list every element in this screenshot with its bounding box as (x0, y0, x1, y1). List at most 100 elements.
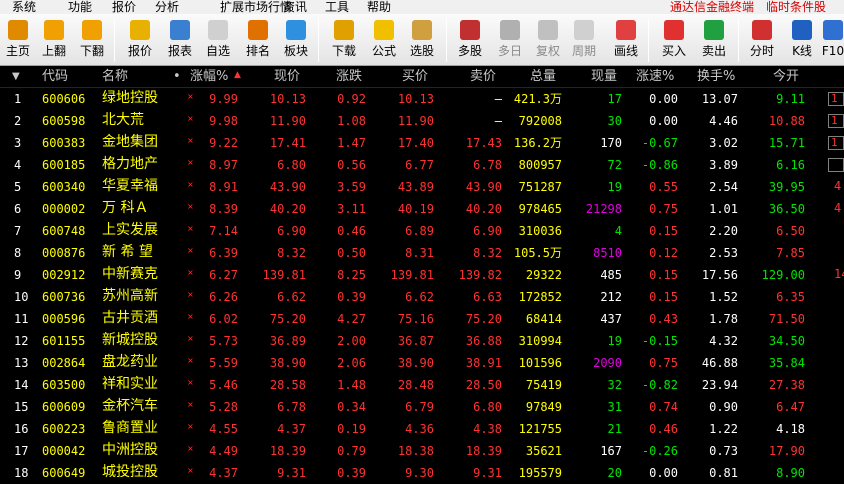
toolbar-button-f6[interactable]: 自选 (200, 14, 236, 66)
stock-name[interactable]: 新 希 望 (102, 244, 153, 260)
table-row[interactable]: 17 000042 中洲控股 × 4.49 18.39 0.79 18.38 18.39 3562… (0, 440, 844, 462)
table-row[interactable]: 7 600748 上实发展 × 7.14 6.90 0.46 6.89 6.90 310036 4 0… (0, 220, 844, 242)
table-row[interactable]: 8 000876 新 希 望 × 6.39 8.32 0.50 8.31 8.32 105.5万 8… (0, 242, 844, 264)
toolbar-button-download[interactable]: 下载 (326, 14, 362, 66)
header-ask[interactable]: 卖价 (470, 69, 496, 85)
table-row[interactable]: 4 600185 格力地产 × 8.97 6.80 0.56 6.77 6.78 800957 72… (0, 154, 844, 176)
stock-code[interactable]: 000596 (42, 311, 85, 327)
stock-code[interactable]: 600383 (42, 135, 85, 151)
header-name[interactable]: 名称 (102, 69, 128, 85)
table-row[interactable]: 3 600383 金地集团 × 9.22 17.41 1.47 17.40 17.43 136.2… (0, 132, 844, 154)
stock-code[interactable]: 002912 (42, 267, 85, 283)
toolbar-button-f8[interactable]: 周期 (566, 14, 602, 66)
toolbar-button-arrow-down[interactable]: 下翻 (74, 14, 110, 66)
toolbar-button-multi-stock[interactable]: 多股 (452, 14, 488, 66)
header-price[interactable]: 现价 (274, 69, 300, 85)
table-row[interactable]: 6 000002 万 科Ａ × 8.39 40.20 3.11 40.19 40.20 97846… (0, 198, 844, 220)
table-row[interactable]: 10 600736 苏州高新 × 6.26 6.62 0.39 6.62 6.63 172852 2… (0, 286, 844, 308)
menu-item-0[interactable]: 系统 (12, 0, 36, 14)
toolbar-button-sector[interactable]: 板块 (278, 14, 314, 66)
menu-item-6[interactable]: 工具 (325, 0, 349, 14)
stock-name[interactable]: 祥和实业 (102, 376, 158, 392)
toolbar-button-adjust[interactable]: 复权 (530, 14, 566, 66)
toolbar-button-draw-line[interactable]: 画线 (608, 14, 644, 66)
stock-name[interactable]: 万 科Ａ (102, 200, 148, 216)
table-row[interactable]: 14 603500 祥和实业 × 5.46 28.58 1.48 28.48 28.50 7541… (0, 374, 844, 396)
menu-item-4[interactable]: 扩展市场行情 (220, 0, 292, 14)
toolbar-button-multi-day[interactable]: 多日 (492, 14, 528, 66)
stock-name[interactable]: 苏州高新 (102, 288, 158, 304)
stock-code[interactable]: 600606 (42, 91, 85, 107)
header-cur[interactable]: 现量 (591, 69, 617, 85)
stock-name[interactable]: 金地集团 (102, 134, 158, 150)
table-row[interactable]: 1 600606 绿地控股 × 9.99 10.13 0.92 10.13 — 421.3万 17 0… (0, 88, 844, 110)
table-row[interactable]: 16 600223 鲁商置业 × 4.55 4.37 0.19 4.36 4.38 121755 2… (0, 418, 844, 440)
table-row[interactable]: 9 002912 中新赛克 × 6.27 139.81 8.25 139.81 139.82 29… (0, 264, 844, 286)
toolbar-button-yen[interactable]: 报价 (122, 14, 158, 66)
stock-name[interactable]: 北大荒 (102, 112, 144, 128)
stock-name[interactable]: 鲁商置业 (102, 420, 158, 436)
stock-code[interactable]: 600185 (42, 157, 85, 173)
stock-code[interactable]: 600223 (42, 421, 85, 437)
header-code[interactable]: 代码 (42, 69, 68, 85)
header-speed[interactable]: 涨速% (636, 69, 674, 85)
toolbar-button-home[interactable]: 主页 (0, 14, 36, 66)
stock-name[interactable]: 新城控股 (102, 332, 158, 348)
header-change[interactable]: 涨跌 (336, 69, 362, 85)
stock-name[interactable]: 绿地控股 (102, 90, 158, 106)
stock-code[interactable]: 000042 (42, 443, 85, 459)
menu-right-1[interactable]: 临时条件股 (766, 0, 826, 14)
header-open[interactable]: 今开 (773, 69, 799, 85)
stock-name[interactable]: 金杯汽车 (102, 398, 158, 414)
sort-arrow-icon[interactable]: ▼ (12, 69, 20, 85)
toolbar-button-report[interactable]: 报表 (162, 14, 198, 66)
stock-code[interactable]: 600748 (42, 223, 85, 239)
toolbar-button-sell[interactable]: 卖出 (696, 14, 732, 66)
stock-name[interactable]: 华夏幸福 (102, 178, 158, 194)
table-row[interactable]: 11 000596 古井贡酒 × 6.02 75.20 4.27 75.16 75.20 6841… (0, 308, 844, 330)
toolbar-button-intraday[interactable]: 分时 (744, 14, 780, 66)
stock-name[interactable]: 古井贡酒 (102, 310, 158, 326)
menu-item-3[interactable]: 分析 (155, 0, 179, 14)
stock-name[interactable]: 中新赛克 (102, 266, 158, 282)
stock-name[interactable]: 上实发展 (102, 222, 158, 238)
toolbar-button-stock-pick[interactable]: 选股 (404, 14, 440, 66)
stock-code[interactable]: 600736 (42, 289, 85, 305)
stock-code[interactable]: 600598 (42, 113, 85, 129)
stock-code[interactable]: 600340 (42, 179, 85, 195)
table-row[interactable]: 12 601155 新城控股 × 5.73 36.89 2.00 36.87 36.88 3109… (0, 330, 844, 352)
toolbar-button-buy[interactable]: 买入 (656, 14, 692, 66)
header-bid[interactable]: 买价 (402, 69, 428, 85)
stock-name[interactable]: 盘龙药业 (102, 354, 158, 370)
header-dot[interactable]: • (173, 69, 181, 85)
toolbar-button-f10[interactable]: F10 (818, 14, 844, 66)
table-row[interactable]: 15 600609 金杯汽车 × 5.28 6.78 0.34 6.79 6.80 97849 31… (0, 396, 844, 418)
table-row[interactable]: 13 002864 盘龙药业 × 5.59 38.90 2.06 38.90 38.91 1015… (0, 352, 844, 374)
stock-name[interactable]: 中洲控股 (102, 442, 158, 458)
menu-item-1[interactable]: 功能 (68, 0, 92, 14)
toolbar-button-kline[interactable]: K线 (784, 14, 820, 66)
menu-item-5[interactable]: 资讯 (283, 0, 307, 14)
stock-code[interactable]: 000002 (42, 201, 85, 217)
cell-ask: 9.31 (473, 466, 502, 480)
header-turn[interactable]: 换手% (697, 69, 735, 85)
header-chg[interactable]: 涨幅% (190, 69, 228, 85)
f6-icon (208, 20, 228, 40)
stock-code[interactable]: 002864 (42, 355, 85, 371)
stock-code[interactable]: 600609 (42, 399, 85, 415)
toolbar-button-arrow-up[interactable]: 上翻 (36, 14, 72, 66)
toolbar-button-formula[interactable]: 公式 (366, 14, 402, 66)
menu-right-0[interactable]: 通达信金融终端 (670, 0, 754, 14)
menu-item-2[interactable]: 报价 (112, 0, 136, 14)
header-vol[interactable]: 总量 (530, 69, 556, 85)
table-row[interactable]: 18 600649 城投控股 × 4.37 9.31 0.39 9.30 9.31 195579 2… (0, 462, 844, 484)
table-row[interactable]: 5 600340 华夏幸福 × 8.91 43.90 3.59 43.89 43.90 75128… (0, 176, 844, 198)
stock-code[interactable]: 601155 (42, 333, 85, 349)
stock-code[interactable]: 000876 (42, 245, 85, 261)
toolbar-button-ranking[interactable]: 排名 (240, 14, 276, 66)
stock-code[interactable]: 600649 (42, 465, 85, 481)
table-row[interactable]: 2 600598 北大荒 × 9.98 11.90 1.08 11.90 — 792008 30 0.… (0, 110, 844, 132)
menu-item-7[interactable]: 帮助 (367, 0, 391, 14)
stock-name[interactable]: 格力地产 (102, 156, 158, 172)
stock-code[interactable]: 603500 (42, 377, 85, 393)
